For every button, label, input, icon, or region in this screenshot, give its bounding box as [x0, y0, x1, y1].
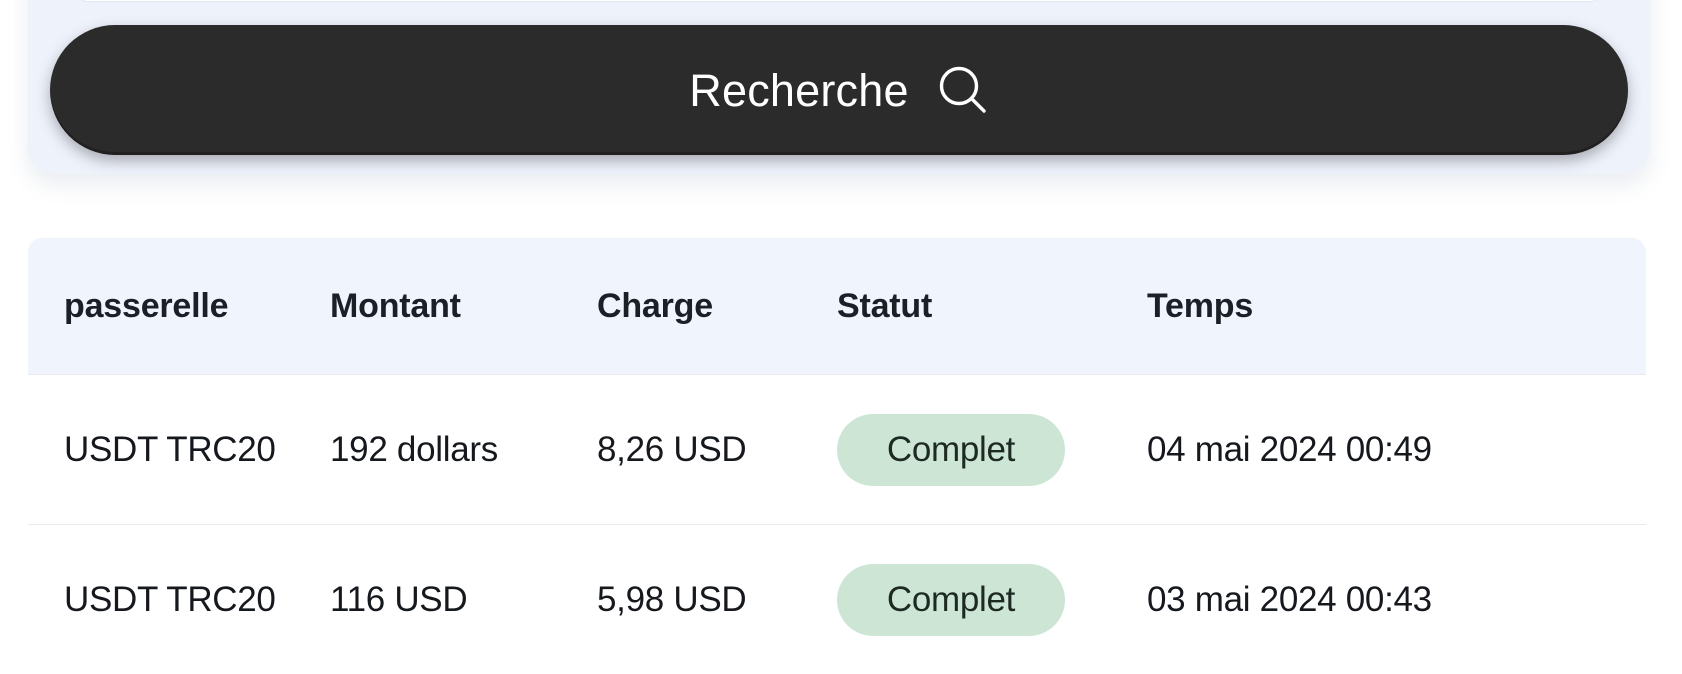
cell-gateway: USDT TRC20 — [64, 579, 276, 619]
cell-charge: 8,26 USD — [597, 429, 747, 469]
column-header-status: Statut — [837, 286, 933, 325]
cell-charge: 5,98 USD — [597, 579, 747, 619]
cell-amount: 116 USD — [330, 579, 468, 619]
search-button[interactable]: Recherche — [50, 25, 1628, 155]
search-input[interactable] — [74, 0, 1604, 2]
column-header-time: Temps — [1147, 286, 1254, 325]
table-row[interactable]: USDT TRC20 116 USD 5,98 USD Complet 03 m… — [28, 524, 1646, 674]
column-header-amount: Montant — [330, 286, 461, 325]
cell-time: 04 mai 2024 00:49 — [1147, 429, 1432, 469]
status-badge: Complet — [837, 413, 1065, 486]
table-header-row: passerelle Montant Charge Statut Temps — [28, 238, 1646, 374]
cell-amount: 192 dollars — [330, 429, 498, 469]
cell-status: Complet — [837, 413, 1147, 486]
cell-gateway: USDT TRC20 — [64, 429, 276, 469]
table-row[interactable]: USDT TRC20 192 dollars 8,26 USD Complet … — [28, 374, 1646, 524]
column-header-gateway: passerelle — [64, 286, 229, 325]
search-icon — [937, 64, 989, 116]
cell-status: Complet — [837, 563, 1147, 636]
search-card: Recherche — [28, 0, 1650, 174]
search-button-label: Recherche — [689, 64, 909, 116]
column-header-charge: Charge — [597, 286, 713, 325]
status-badge: Complet — [837, 563, 1065, 636]
cell-time: 03 mai 2024 00:43 — [1147, 579, 1432, 619]
transactions-table: passerelle Montant Charge Statut Temps U… — [28, 238, 1646, 674]
